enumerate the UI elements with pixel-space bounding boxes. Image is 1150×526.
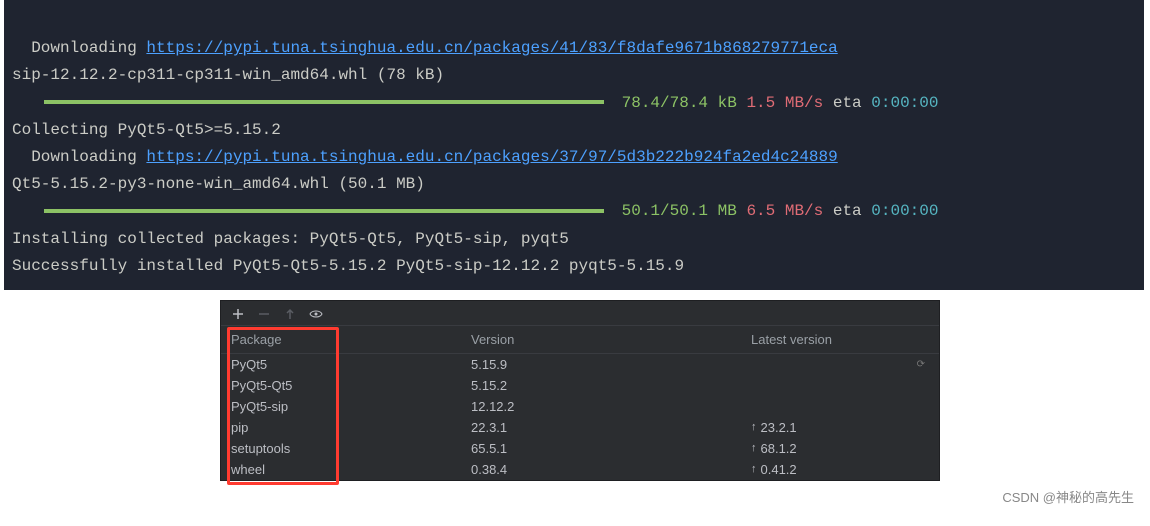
progress-speed-2: 6.5 MB/s (746, 202, 823, 220)
success-line: Successfully installed PyQt5-Qt5-5.15.2 … (12, 257, 684, 275)
package-latest (751, 378, 929, 393)
package-version: 0.38.4 (471, 462, 751, 477)
collecting-line: Collecting PyQt5-Qt5>=5.15.2 (12, 121, 281, 139)
header-version[interactable]: Version (471, 332, 751, 347)
packages-panel: Package Version Latest version PyQt55.15… (220, 300, 940, 481)
download-url-2[interactable]: https://pypi.tuna.tsinghua.edu.cn/packag… (146, 148, 837, 166)
package-latest (751, 399, 929, 414)
package-version: 22.3.1 (471, 420, 751, 435)
download-prefix-2: Downloading (12, 148, 146, 166)
package-version: 5.15.2 (471, 378, 751, 393)
upgrade-icon[interactable] (283, 307, 297, 321)
eta-label-1: eta (823, 94, 871, 112)
highlight-annotation (227, 327, 339, 485)
wheel-file-2: Qt5-5.15.2-py3-none-win_amd64.whl (50.1 … (12, 175, 425, 193)
installing-line: Installing collected packages: PyQt5-Qt5… (12, 230, 569, 248)
package-latest (751, 357, 929, 372)
eta-label-2: eta (823, 202, 871, 220)
progress-eta-1: 0:00:00 (871, 94, 938, 112)
progress-bar-2 (44, 209, 604, 213)
progress-bar-1 (44, 100, 604, 104)
packages-toolbar (221, 301, 939, 326)
package-version: 12.12.2 (471, 399, 751, 414)
upgrade-arrow-icon: ↑ (751, 421, 757, 433)
package-version: 5.15.9 (471, 357, 751, 372)
progress-speed-1: 1.5 MB/s (746, 94, 823, 112)
add-icon[interactable] (231, 307, 245, 321)
package-latest: ↑ 0.41.2 (751, 462, 929, 477)
upgrade-arrow-icon: ↑ (751, 463, 757, 475)
package-version: 65.5.1 (471, 441, 751, 456)
header-latest[interactable]: Latest version (751, 332, 929, 347)
watermark-text: CSDN @神秘的高先生 (0, 481, 1150, 510)
download-prefix: Downloading (12, 39, 146, 57)
remove-icon[interactable] (257, 307, 271, 321)
package-latest: ↑ 68.1.2 (751, 441, 929, 456)
download-url-1[interactable]: https://pypi.tuna.tsinghua.edu.cn/packag… (146, 39, 837, 57)
progress-done-2: 50.1/50.1 MB (622, 202, 737, 220)
loading-spinner-icon: ⟳ (917, 359, 925, 370)
wheel-file-1: sip-12.12.2-cp311-cp311-win_amd64.whl (7… (12, 66, 444, 84)
eye-icon[interactable] (309, 307, 323, 321)
package-latest: ↑ 23.2.1 (751, 420, 929, 435)
progress-eta-2: 0:00:00 (871, 202, 938, 220)
progress-done-1: 78.4/78.4 kB (622, 94, 737, 112)
upgrade-arrow-icon: ↑ (751, 442, 757, 454)
terminal-output: Downloading https://pypi.tuna.tsinghua.e… (4, 0, 1144, 290)
